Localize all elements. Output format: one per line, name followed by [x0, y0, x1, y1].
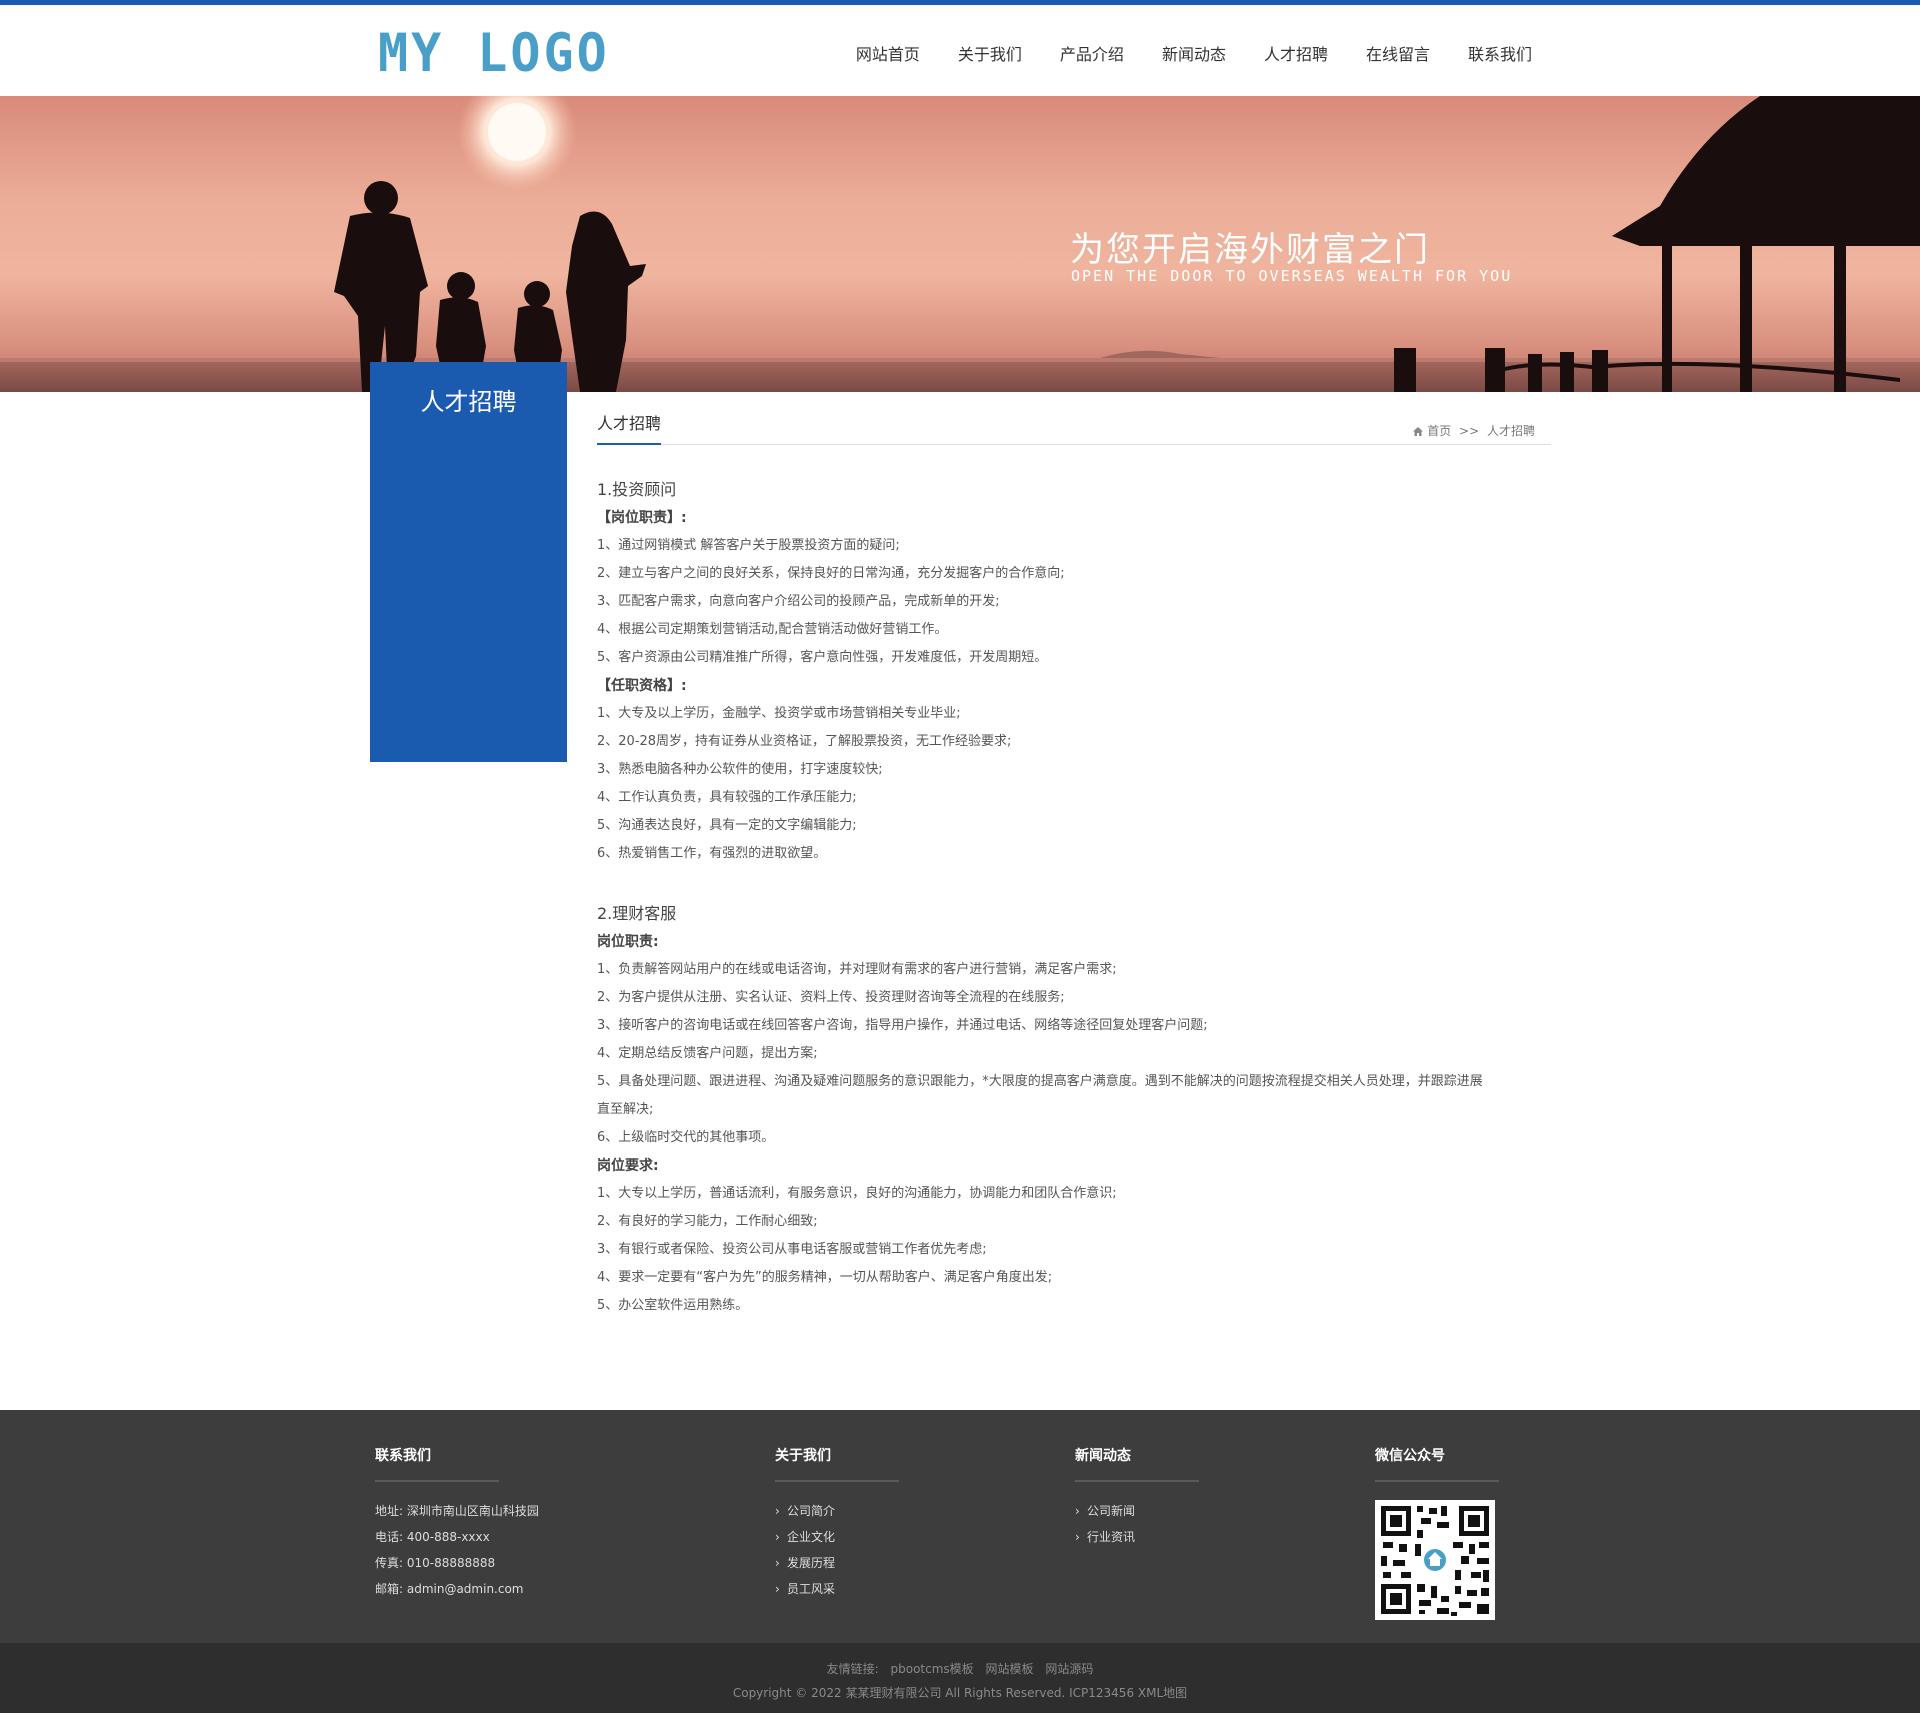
footer-link[interactable]: › 公司简介 [775, 1498, 899, 1524]
breadcrumb-current[interactable]: 人才招聘 [1487, 424, 1535, 438]
chevron-right-icon: › [775, 1504, 780, 1518]
section-heading: 【任职资格】: [597, 678, 687, 694]
nav-item-about[interactable]: 关于我们 [939, 40, 1041, 70]
home-icon [1413, 425, 1424, 436]
footer-link-label: 发展历程 [787, 1556, 836, 1570]
list-item: 6、热爱销售工作，有强烈的进取欲望。 [597, 846, 827, 861]
chevron-right-icon: › [775, 1530, 780, 1544]
content-header: 人才招聘 首页 >> 人才招聘 [597, 400, 1551, 445]
friend-links-label: 友情链接: [826, 1662, 879, 1676]
footer-link[interactable]: › 员工风采 [775, 1576, 899, 1602]
friend-link[interactable]: 网站模板 [986, 1662, 1034, 1676]
footer-contact: 联系我们 地址: 深圳市南山区南山科技园 电话: 400-888-xxxx 传真… [375, 1446, 539, 1602]
nav-item-news[interactable]: 新闻动态 [1143, 40, 1245, 70]
wechat-qr-code [1375, 1500, 1495, 1620]
list-item: 1、大专及以上学历，金融学、投资学或市场营销相关专业毕业; [597, 706, 961, 721]
nav-item-products[interactable]: 产品介绍 [1041, 40, 1143, 70]
site-footer: 联系我们 地址: 深圳市南山区南山科技园 电话: 400-888-xxxx 传真… [0, 1410, 1920, 1643]
chevron-right-icon: › [1075, 1530, 1080, 1544]
section-heading: 岗位要求: [597, 1158, 659, 1174]
banner-title: 为您开启海外财富之门 [1070, 230, 1430, 270]
nav-item-contact[interactable]: 联系我们 [1449, 40, 1532, 70]
footer-wechat: 微信公众号 [1375, 1446, 1499, 1620]
section-heading: 【岗位职责】: [597, 510, 687, 526]
main-nav: 网站首页 关于我们 产品介绍 新闻动态 人才招聘 在线留言 联系我们 [837, 40, 1532, 70]
footer-link-label: 企业文化 [787, 1530, 836, 1544]
friend-link[interactable]: 网站源码 [1045, 1662, 1093, 1676]
breadcrumb: 首页 >> 人才招聘 [1413, 422, 1535, 439]
footer-link[interactable]: › 行业资讯 [1075, 1524, 1199, 1550]
chevron-right-icon: › [1075, 1504, 1080, 1518]
page-title: 人才招聘 [597, 414, 662, 445]
footer-link-label: 公司新闻 [1087, 1504, 1136, 1518]
nav-item-home[interactable]: 网站首页 [837, 40, 939, 70]
nav-item-jobs[interactable]: 人才招聘 [1245, 40, 1347, 70]
job-title: 2.理财客服 [597, 904, 677, 923]
section-heading: 岗位职责: [597, 934, 659, 950]
footer-about: 关于我们 › 公司简介 › 企业文化 › 发展历程 › 员工风采 [775, 1446, 899, 1602]
footer-heading: 新闻动态 [1075, 1446, 1199, 1482]
contact-address: 地址: 深圳市南山区南山科技园 [375, 1504, 539, 1518]
list-item: 1、通过网销模式 解答客户关于股票投资方面的疑问; [597, 538, 900, 553]
banner-scene-image [0, 96, 1920, 392]
chevron-right-icon: › [775, 1582, 780, 1596]
footer-heading: 关于我们 [775, 1446, 899, 1482]
contact-email: 邮箱: admin@admin.com [375, 1582, 524, 1596]
copyright: Copyright © 2022 某某理财有限公司 All Rights Res… [732, 1686, 1188, 1700]
footer-link-label: 员工风采 [787, 1582, 836, 1596]
list-item: 6、上级临时交代的其他事项。 [597, 1130, 775, 1145]
footer-heading: 微信公众号 [1375, 1446, 1499, 1482]
breadcrumb-separator: >> [1459, 424, 1480, 438]
list-item: 直至解决; [597, 1102, 654, 1117]
contact-phone: 电话: 400-888-xxxx [375, 1530, 490, 1544]
list-item: 3、熟悉电脑各种办公软件的使用，打字速度较快; [597, 762, 883, 777]
list-item: 5、沟通表达良好，具有一定的文字编辑能力; [597, 818, 857, 833]
breadcrumb-home[interactable]: 首页 [1427, 424, 1451, 438]
footer-link[interactable]: › 公司新闻 [1075, 1498, 1199, 1524]
footer-link[interactable]: › 发展历程 [775, 1550, 899, 1576]
list-item: 2、20-28周岁，持有证券从业资格证，了解股票投资，无工作经验要求; [597, 734, 1012, 749]
chevron-right-icon: › [775, 1556, 780, 1570]
footer-bottom-bar: 友情链接: pbootcms模板 网站模板 网站源码 Copyright © 2… [0, 1643, 1920, 1713]
footer-heading: 联系我们 [375, 1446, 499, 1482]
list-item: 2、为客户提供从注册、实名认证、资料上传、投资理财咨询等全流程的在线服务; [597, 990, 1065, 1005]
list-item: 4、根据公司定期策划营销活动,配合营销活动做好营销工作。 [597, 622, 948, 637]
list-item: 4、工作认真负责，具有较强的工作承压能力; [597, 790, 857, 805]
friend-link[interactable]: pbootcms模板 [891, 1662, 974, 1676]
list-item: 4、定期总结反馈客户问题，提出方案; [597, 1046, 818, 1061]
site-header: MY LOGO 网站首页 关于我们 产品介绍 新闻动态 人才招聘 在线留言 联系… [0, 5, 1920, 96]
banner-subtitle: OPEN THE DOOR TO OVERSEAS WEALTH FOR YOU [1071, 267, 1513, 285]
job-title: 1.投资顾问 [597, 480, 677, 499]
list-item: 3、匹配客户需求，向意向客户介绍公司的投顾产品，完成新单的开发; [597, 594, 1000, 609]
list-item: 4、要求一定要有“客户为先”的服务精神，一切从帮助客户、满足客户角度出发; [597, 1270, 1053, 1285]
list-item: 2、建立与客户之间的良好关系，保持良好的日常沟通，充分发掘客户的合作意向; [597, 566, 1065, 581]
sidebar-title: 人才招聘 [420, 388, 517, 416]
footer-link-label: 行业资讯 [1087, 1530, 1136, 1544]
nav-item-message[interactable]: 在线留言 [1347, 40, 1449, 70]
list-item: 3、有银行或者保险、投资公司从事电话客服或营销工作者优先考虑; [597, 1242, 987, 1257]
hero-banner: 为您开启海外财富之门 OPEN THE DOOR TO OVERSEAS WEA… [0, 96, 1920, 392]
list-item: 5、客户资源由公司精准推广所得，客户意向性强，开发难度低，开发周期短。 [597, 650, 1048, 665]
footer-link-label: 公司简介 [787, 1504, 836, 1518]
site-logo[interactable]: MY LOGO [378, 24, 610, 83]
list-item: 1、大专以上学历，普通话流利，有服务意识，良好的沟通能力，协调能力和团队合作意识… [597, 1186, 1117, 1201]
list-item: 1、负责解答网站用户的在线或电话咨询，并对理财有需求的客户进行营销，满足客户需求… [597, 962, 1117, 977]
sidebar-panel: 人才招聘 [370, 362, 567, 762]
job-list: 1.投资顾问 【岗位职责】: 1、通过网销模式 解答客户关于股票投资方面的疑问;… [597, 476, 1551, 1320]
list-item: 5、具备处理问题、跟进进程、沟通及疑难问题服务的意识跟能力，*大限度的提高客户满… [597, 1074, 1483, 1089]
footer-link[interactable]: › 企业文化 [775, 1524, 899, 1550]
list-item: 5、办公室软件运用熟练。 [597, 1298, 749, 1313]
list-item: 3、接听客户的咨询电话或在线回答客户咨询，指导用户操作，并通过电话、网络等途径回… [597, 1018, 1208, 1033]
footer-news: 新闻动态 › 公司新闻 › 行业资讯 [1075, 1446, 1199, 1550]
contact-fax: 传真: 010-88888888 [375, 1556, 496, 1570]
friend-links: 友情链接: pbootcms模板 网站模板 网站源码 [0, 1660, 1920, 1677]
list-item: 2、有良好的学习能力，工作耐心细致; [597, 1214, 818, 1229]
